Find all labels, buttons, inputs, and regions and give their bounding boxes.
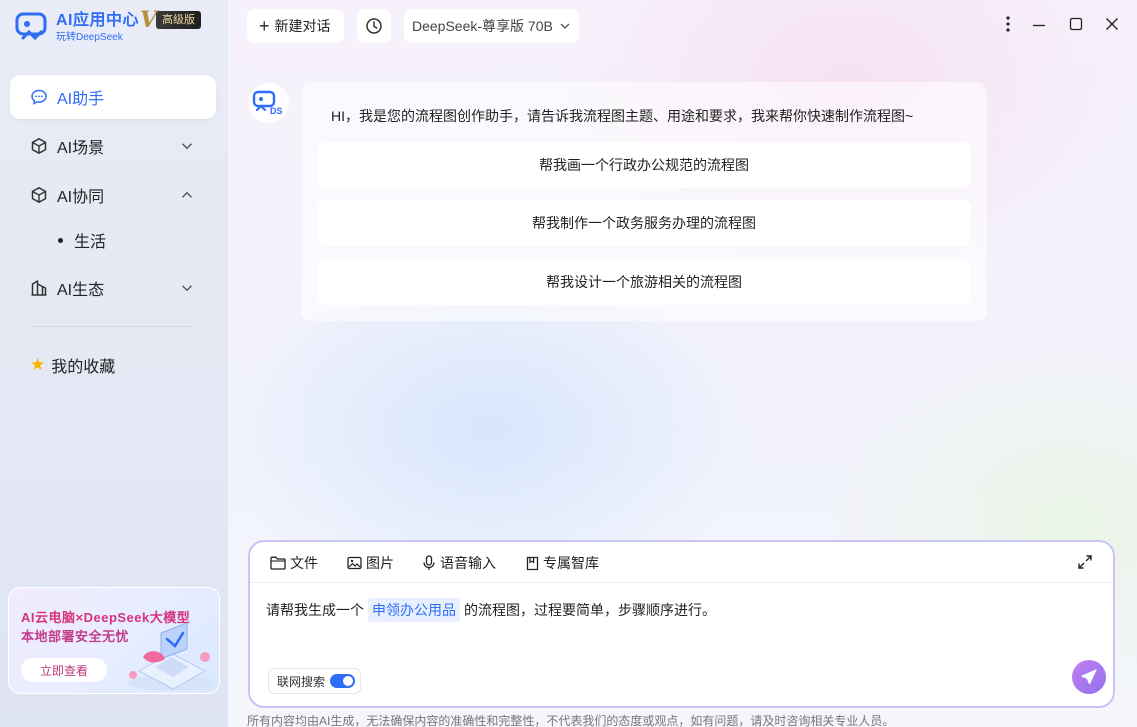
- logo-subtitle: 玩转DeepSeek: [56, 32, 123, 43]
- sidebar-item-ai-collab[interactable]: AI协同: [10, 173, 216, 217]
- upload-image-button[interactable]: 图片: [347, 553, 394, 573]
- more-vertical-icon: [1006, 16, 1010, 32]
- suggestion-item[interactable]: 帮我设计一个旅游相关的流程图: [317, 259, 971, 305]
- chevron-up-icon: [182, 191, 192, 198]
- sidebar-item-ai-assistant[interactable]: AI助手: [10, 75, 216, 119]
- minimize-icon: [1033, 24, 1045, 27]
- main-area: + 新建对话 DeepSeek-尊享版 70B DS HI，我是您的流程图创作助…: [228, 0, 1137, 727]
- maximize-icon: [1069, 17, 1083, 31]
- chevron-down-icon: [182, 285, 192, 292]
- assistant-greeting: HI，我是您的流程图创作助手，请告诉我流程图主题、用途和要求，我来帮你快速制作流…: [331, 108, 914, 124]
- prompt-text-before: 请帮我生成一个: [266, 602, 364, 618]
- vip-label: 高级版: [156, 11, 201, 29]
- sidebar-subitem-label: 生活: [74, 234, 107, 251]
- model-select-value: DeepSeek-尊享版 70B: [412, 18, 553, 34]
- sidebar: AI应用中心 玩转DeepSeek V 高级版 AI助手 AI场景 AI协同 生…: [0, 0, 228, 727]
- close-icon: [1106, 18, 1118, 30]
- tool-label: 语音输入: [440, 555, 496, 571]
- new-chat-button[interactable]: + 新建对话: [247, 9, 344, 43]
- clock-icon: [366, 18, 382, 34]
- maximize-button[interactable]: [1066, 14, 1086, 34]
- sidebar-divider: [30, 326, 194, 327]
- promo-banner[interactable]: AI云电脑×DeepSeek大模型 本地部署安全无忧 立即查看: [8, 587, 220, 694]
- svg-text:DS: DS: [270, 106, 283, 116]
- robot-ds-icon: DS: [252, 90, 283, 116]
- footer-disclaimer: 所有内容均由AI生成，无法确保内容的准确性和完整性，不代表我们的态度或观点，如有…: [247, 714, 895, 727]
- prompt-text-after: 的流程图，过程要简单，步骤顺序进行。: [464, 602, 716, 618]
- chevron-down-icon: [560, 23, 570, 29]
- composer-toolbar: 文件 图片 语音输入 专属智库: [250, 542, 1113, 583]
- web-search-toggle[interactable]: 联网搜索: [268, 668, 361, 694]
- sidebar-item-ai-ecosystem[interactable]: AI生态: [10, 266, 216, 310]
- sidebar-item-favorites[interactable]: ★ 我的收藏: [30, 352, 115, 378]
- paper-plane-icon: [1081, 669, 1097, 685]
- building-icon: [30, 279, 48, 297]
- model-select[interactable]: DeepSeek-尊享版 70B: [404, 9, 579, 43]
- suggestion-item[interactable]: 帮我制作一个政务服务办理的流程图: [317, 200, 971, 246]
- minimize-button[interactable]: [1029, 14, 1049, 34]
- upload-file-button[interactable]: 文件: [270, 553, 318, 573]
- send-button[interactable]: [1072, 660, 1106, 694]
- cloud-computer-illustration-icon: [127, 622, 215, 691]
- knowledge-base-button[interactable]: 专属智库: [526, 553, 599, 573]
- tool-label: 文件: [290, 555, 318, 571]
- voice-input-button[interactable]: 语音输入: [422, 553, 496, 573]
- sidebar-item-label: AI场景: [57, 140, 105, 157]
- more-menu-button[interactable]: [998, 14, 1018, 34]
- chat-bubble-icon: [30, 88, 48, 106]
- cube-icon: [30, 186, 48, 204]
- assistant-message-card: HI，我是您的流程图创作助手，请告诉我流程图主题、用途和要求，我来帮你快速制作流…: [301, 82, 987, 321]
- sidebar-item-label: AI协同: [57, 189, 105, 206]
- sidebar-subitem-life[interactable]: 生活: [58, 228, 106, 252]
- prompt-variable-chip[interactable]: 申领办公用品: [368, 598, 460, 622]
- toggle-switch[interactable]: [330, 674, 356, 688]
- history-button[interactable]: [357, 9, 391, 43]
- sidebar-item-ai-scenes[interactable]: AI场景: [10, 124, 216, 168]
- vip-badge: V 高级版: [140, 9, 218, 31]
- star-icon: ★: [30, 355, 46, 374]
- favorites-label: 我的收藏: [51, 359, 116, 376]
- bullet-dot: [58, 237, 63, 243]
- chevron-down-icon: [182, 143, 192, 150]
- tool-label: 专属智库: [543, 555, 599, 571]
- web-search-label: 联网搜索: [277, 674, 326, 689]
- microphone-icon: [423, 555, 435, 570]
- app-window: AI应用中心 玩转DeepSeek V 高级版 AI助手 AI场景 AI协同 生…: [0, 0, 1137, 727]
- new-chat-label: 新建对话: [274, 18, 331, 34]
- suggestion-item[interactable]: 帮我画一个行政办公规范的流程图: [317, 142, 971, 188]
- cube-icon: [30, 137, 48, 155]
- prompt-input[interactable]: 请帮我生成一个 申领办公用品 的流程图，过程要简单，步骤顺序进行。: [266, 598, 716, 622]
- folder-icon: [270, 556, 286, 570]
- promo-view-button[interactable]: 立即查看: [21, 658, 107, 682]
- composer: 文件 图片 语音输入 专属智库 请帮我生成一个 申领办公用品 的流程图，过程要简…: [248, 540, 1115, 708]
- image-icon: [347, 556, 362, 570]
- assistant-avatar: DS: [249, 83, 289, 123]
- close-button[interactable]: [1102, 14, 1122, 34]
- sidebar-item-label: AI生态: [57, 282, 105, 299]
- expand-icon[interactable]: [1077, 554, 1093, 570]
- sidebar-item-label: AI助手: [57, 91, 105, 108]
- plus-icon: +: [259, 16, 270, 36]
- bookmark-book-icon: [526, 556, 539, 570]
- robot-logo-icon: [15, 12, 47, 41]
- logo-title: AI应用中心: [56, 12, 140, 29]
- tool-label: 图片: [366, 555, 394, 571]
